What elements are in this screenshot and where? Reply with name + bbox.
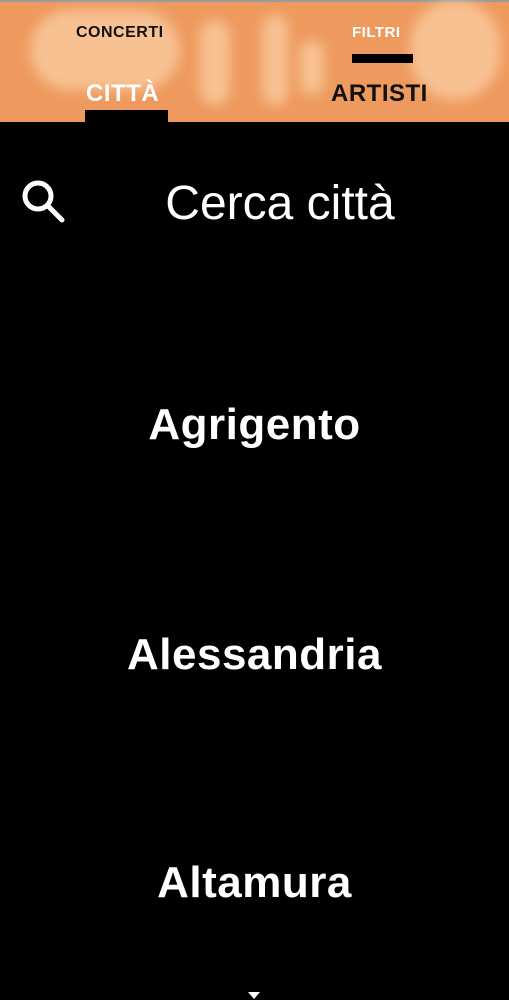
list-item-city[interactable]: Agrigento	[0, 400, 509, 450]
list-item-city[interactable]: Altamura	[0, 858, 509, 908]
chevron-down-icon	[248, 992, 260, 999]
tab-filtri[interactable]: FILTRI	[352, 24, 401, 41]
search-icon[interactable]	[20, 178, 66, 224]
tab-citta-indicator	[85, 110, 168, 122]
tab-citta[interactable]: CITTÀ	[86, 80, 159, 108]
tab-concerti[interactable]: CONCERTI	[76, 24, 164, 42]
list-item-city[interactable]: Alessandria	[0, 630, 509, 680]
tab-filtri-indicator	[352, 54, 413, 63]
header-background-shape	[262, 15, 288, 105]
header-background-shape	[200, 20, 230, 105]
header-background-shape	[30, 10, 180, 90]
header-background-shape	[300, 40, 324, 95]
tab-artisti[interactable]: ARTISTI	[331, 80, 428, 108]
status-divider	[0, 0, 509, 2]
header-bar: CONCERTI FILTRI CITTÀ ARTISTI	[0, 0, 509, 122]
search-input[interactable]	[120, 168, 440, 238]
